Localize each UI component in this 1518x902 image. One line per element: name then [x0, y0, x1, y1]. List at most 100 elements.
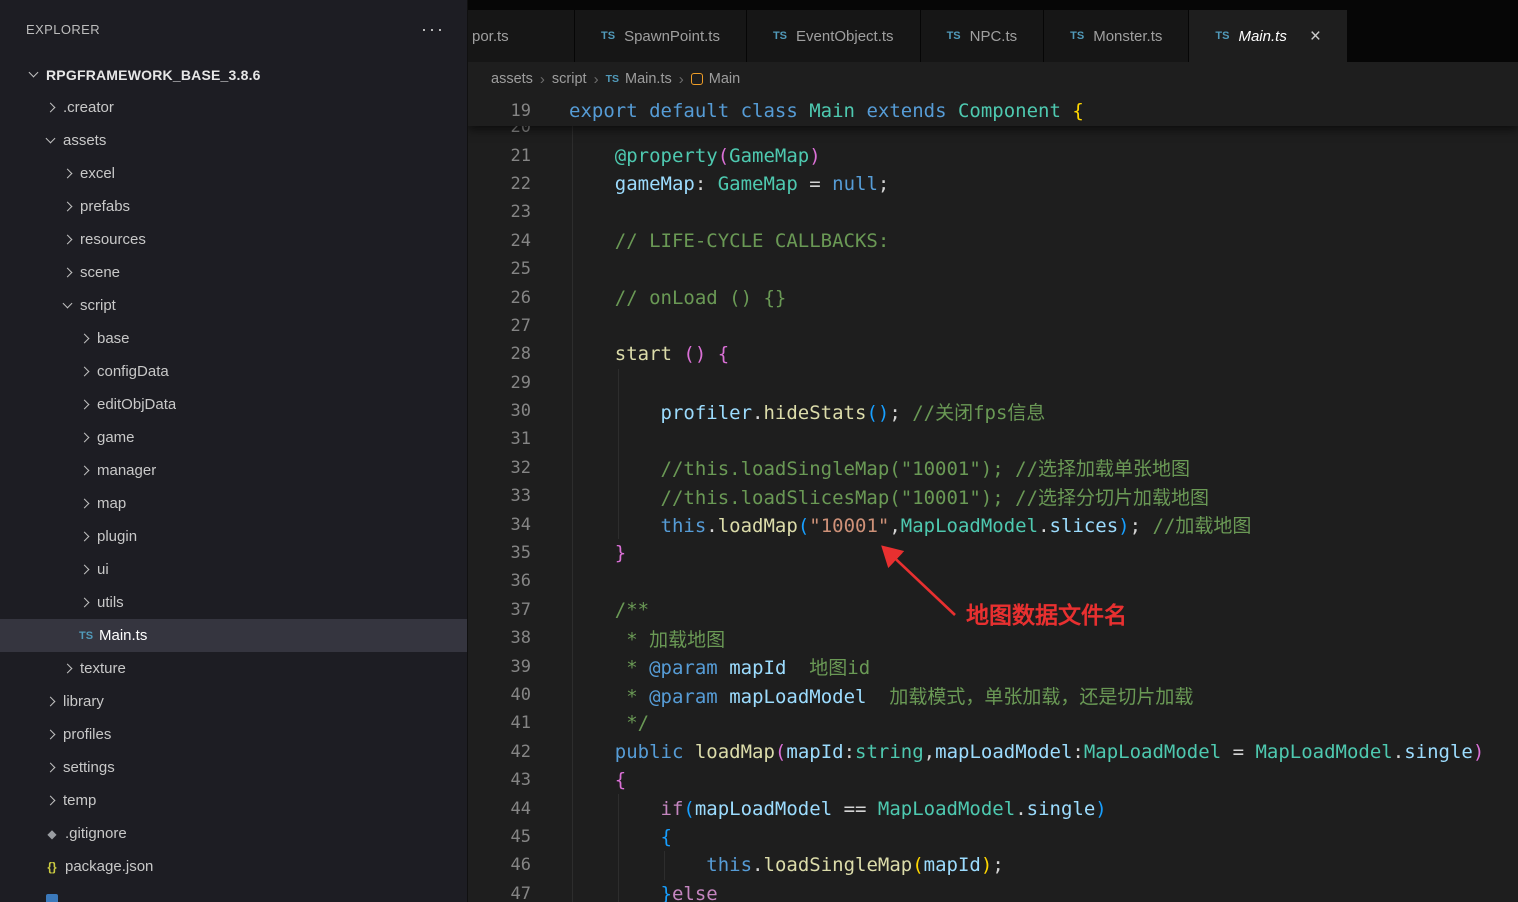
tree-item-label: scene: [80, 264, 120, 281]
tree-item-configdata[interactable]: configData: [0, 355, 467, 388]
code-line-36[interactable]: 36: [468, 567, 1518, 595]
code-line-29[interactable]: 29: [468, 369, 1518, 397]
tree-item-ui[interactable]: ui: [0, 553, 467, 586]
tree-item-base[interactable]: base: [0, 322, 467, 355]
tree-item-game[interactable]: game: [0, 421, 467, 454]
tree-item-settings[interactable]: settings: [0, 751, 467, 784]
code-text: * @param mapLoadModel 加载模式，单张加载，还是切片加载: [569, 682, 1193, 709]
close-icon[interactable]: ×: [1310, 27, 1321, 46]
chevron-right-icon: [77, 595, 93, 611]
code-line-34[interactable]: 34 this.loadMap("10001",MapLoadModel.sli…: [468, 510, 1518, 538]
tree-item-resources[interactable]: resources: [0, 223, 467, 256]
tree-item-temp[interactable]: temp: [0, 784, 467, 817]
tree-item-prefabs[interactable]: prefabs: [0, 190, 467, 223]
code-text: {: [569, 769, 626, 791]
line-number: 33: [468, 486, 531, 506]
tree-item-profiles[interactable]: profiles: [0, 718, 467, 751]
code-line-32[interactable]: 32 //this.loadSingleMap("10001"); //选择加载…: [468, 454, 1518, 482]
code-line-39[interactable]: 39 * @param mapId 地图id: [468, 652, 1518, 680]
indent-guide: [572, 255, 573, 283]
breadcrumb-item-assets[interactable]: assets: [491, 71, 533, 87]
tree-item-script[interactable]: script: [0, 289, 467, 322]
code-line-22[interactable]: 22 gameMap: GameMap = null;: [468, 170, 1518, 198]
more-actions-button[interactable]: ···: [421, 19, 445, 40]
tab-main.ts[interactable]: TSMain.ts×: [1189, 10, 1347, 62]
tree-item-manager[interactable]: manager: [0, 454, 467, 487]
code-text: profiler.hideStats(); //关闭fps信息: [569, 398, 1045, 425]
code-line-35[interactable]: 35 }: [468, 539, 1518, 567]
chevron-right-icon: [77, 430, 93, 446]
tree-item-package.json[interactable]: {}package.json: [0, 850, 467, 883]
chevron-right-icon: [60, 265, 76, 281]
tree-item-excel[interactable]: excel: [0, 157, 467, 190]
tree-item-.creator[interactable]: .creator: [0, 91, 467, 124]
tab-label: Main.ts: [1238, 28, 1286, 45]
code-line-40[interactable]: 40 * @param mapLoadModel 加载模式，单张加载，还是切片加…: [468, 681, 1518, 709]
line-number: 35: [468, 543, 531, 563]
tree-item-partial[interactable]: [0, 883, 467, 902]
json-file-icon: {}: [43, 860, 61, 874]
chevron-right-icon: [60, 661, 76, 677]
tree-item-plugin[interactable]: plugin: [0, 520, 467, 553]
code-line-43[interactable]: 43 {: [468, 766, 1518, 794]
tree-item-label: .gitignore: [65, 825, 127, 842]
code-line-30[interactable]: 30 profiler.hideStats(); //关闭fps信息: [468, 397, 1518, 425]
line-number: 22: [468, 174, 531, 194]
code-line-21[interactable]: 21 @property(GameMap): [468, 141, 1518, 169]
line-number: 30: [468, 401, 531, 421]
line-number: 24: [468, 231, 531, 251]
breadcrumb-item-main[interactable]: Main: [691, 71, 740, 87]
code-text: * @param mapId 地图id: [569, 653, 870, 680]
code-text: {: [569, 826, 672, 848]
code-text: }: [569, 542, 626, 564]
line-number: 32: [468, 458, 531, 478]
code-line-45[interactable]: 45 {: [468, 823, 1518, 851]
tab-eventobject.ts[interactable]: TSEventObject.ts: [747, 10, 920, 62]
code-line-27[interactable]: 27: [468, 312, 1518, 340]
line-number: 25: [468, 259, 531, 279]
tree-item-scene[interactable]: scene: [0, 256, 467, 289]
code-line-25[interactable]: 25: [468, 255, 1518, 283]
tree-item-map[interactable]: map: [0, 487, 467, 520]
chevron-right-icon: [77, 331, 93, 347]
tab-monster.ts[interactable]: TSMonster.ts: [1044, 10, 1188, 62]
tab-npc.ts[interactable]: TSNPC.ts: [921, 10, 1044, 62]
tree-item-.gitignore[interactable]: ◆.gitignore: [0, 817, 467, 850]
breadcrumb-item-main.ts[interactable]: TSMain.ts: [606, 71, 672, 87]
tree-item-label: game: [97, 429, 135, 446]
code-line-23[interactable]: 23: [468, 198, 1518, 226]
code-line-44[interactable]: 44 if(mapLoadModel == MapLoadModel.singl…: [468, 794, 1518, 822]
code-line-33[interactable]: 33 //this.loadSlicesMap("10001"); //选择分切…: [468, 482, 1518, 510]
code-line-47[interactable]: 47 }else: [468, 880, 1518, 902]
code-line-31[interactable]: 31: [468, 425, 1518, 453]
breadcrumb-item-script[interactable]: script: [552, 71, 587, 87]
tree-item-editobjdata[interactable]: editObjData: [0, 388, 467, 421]
tab-por.ts[interactable]: por.ts: [468, 10, 574, 62]
code-text: @property(GameMap): [569, 145, 821, 167]
line-number: 23: [468, 202, 531, 222]
tree-item-main.ts[interactable]: TSMain.ts: [0, 619, 467, 652]
code-line-46[interactable]: 46 this.loadSingleMap(mapId);: [468, 851, 1518, 879]
tree-item-utils[interactable]: utils: [0, 586, 467, 619]
code-line-28[interactable]: 28 start () {: [468, 340, 1518, 368]
tree-item-label: temp: [63, 792, 96, 809]
code-line-42[interactable]: 42 public loadMap(mapId:string,mapLoadMo…: [468, 738, 1518, 766]
tree-item-texture[interactable]: texture: [0, 652, 467, 685]
line-number: 42: [468, 742, 531, 762]
tab-spawnpoint.ts[interactable]: TSSpawnPoint.ts: [575, 10, 746, 62]
sticky-scroll-line[interactable]: 19 export default class Main extends Com…: [468, 96, 1518, 126]
ts-file-icon: TS: [77, 630, 95, 642]
code-text: }else: [569, 883, 718, 902]
tree-item-rpgframework_base_3.8.6[interactable]: RPGFRAMEWORK_BASE_3.8.6: [0, 58, 467, 91]
code-editor[interactable]: 2021 @property(GameMap)22 gameMap: GameM…: [468, 96, 1518, 902]
explorer-title: EXPLORER: [26, 22, 421, 37]
code-line-26[interactable]: 26 // onLoad () {}: [468, 283, 1518, 311]
line-number: 29: [468, 373, 531, 393]
line-number: 27: [468, 316, 531, 336]
tab-label: SpawnPoint.ts: [624, 28, 720, 45]
code-line-41[interactable]: 41 */: [468, 709, 1518, 737]
tree-item-assets[interactable]: assets: [0, 124, 467, 157]
code-line-24[interactable]: 24 // LIFE-CYCLE CALLBACKS:: [468, 227, 1518, 255]
tree-item-library[interactable]: library: [0, 685, 467, 718]
tree-item-label: prefabs: [80, 198, 130, 215]
